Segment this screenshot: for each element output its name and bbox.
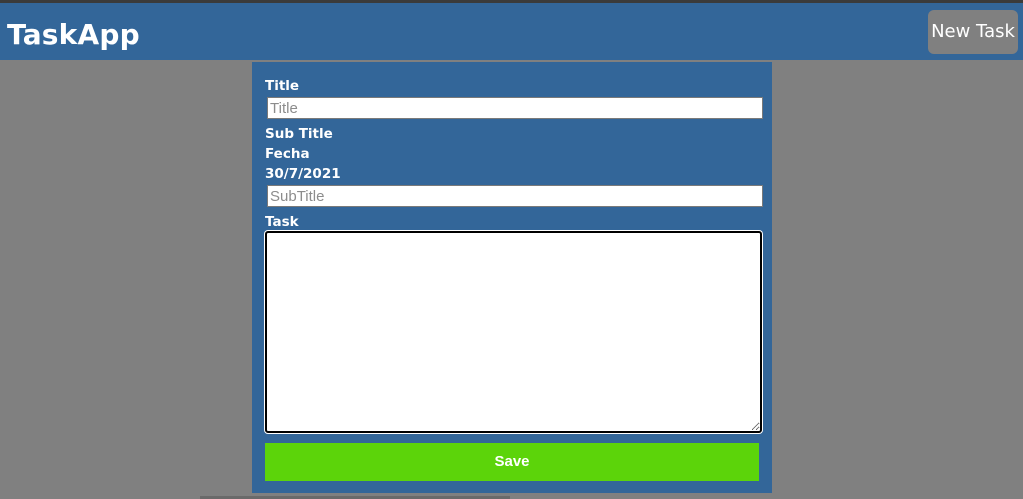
save-button[interactable]: Save xyxy=(265,443,759,481)
task-form: Title Sub Title Fecha 30/7/2021 Task Sav… xyxy=(252,62,772,493)
subtitle-input[interactable] xyxy=(267,185,763,207)
fecha-label: Fecha xyxy=(265,146,310,162)
title-input[interactable] xyxy=(267,97,763,119)
navbar: TaskApp New Task xyxy=(0,3,1023,60)
title-label: Title xyxy=(265,78,300,94)
task-textarea[interactable] xyxy=(265,231,762,433)
fecha-value: 30/7/2021 xyxy=(265,166,341,182)
new-task-button[interactable]: New Task xyxy=(928,10,1018,54)
app-title: TaskApp xyxy=(7,18,140,51)
task-label: Task xyxy=(265,214,299,230)
subtitle-label: Sub Title xyxy=(265,126,333,142)
